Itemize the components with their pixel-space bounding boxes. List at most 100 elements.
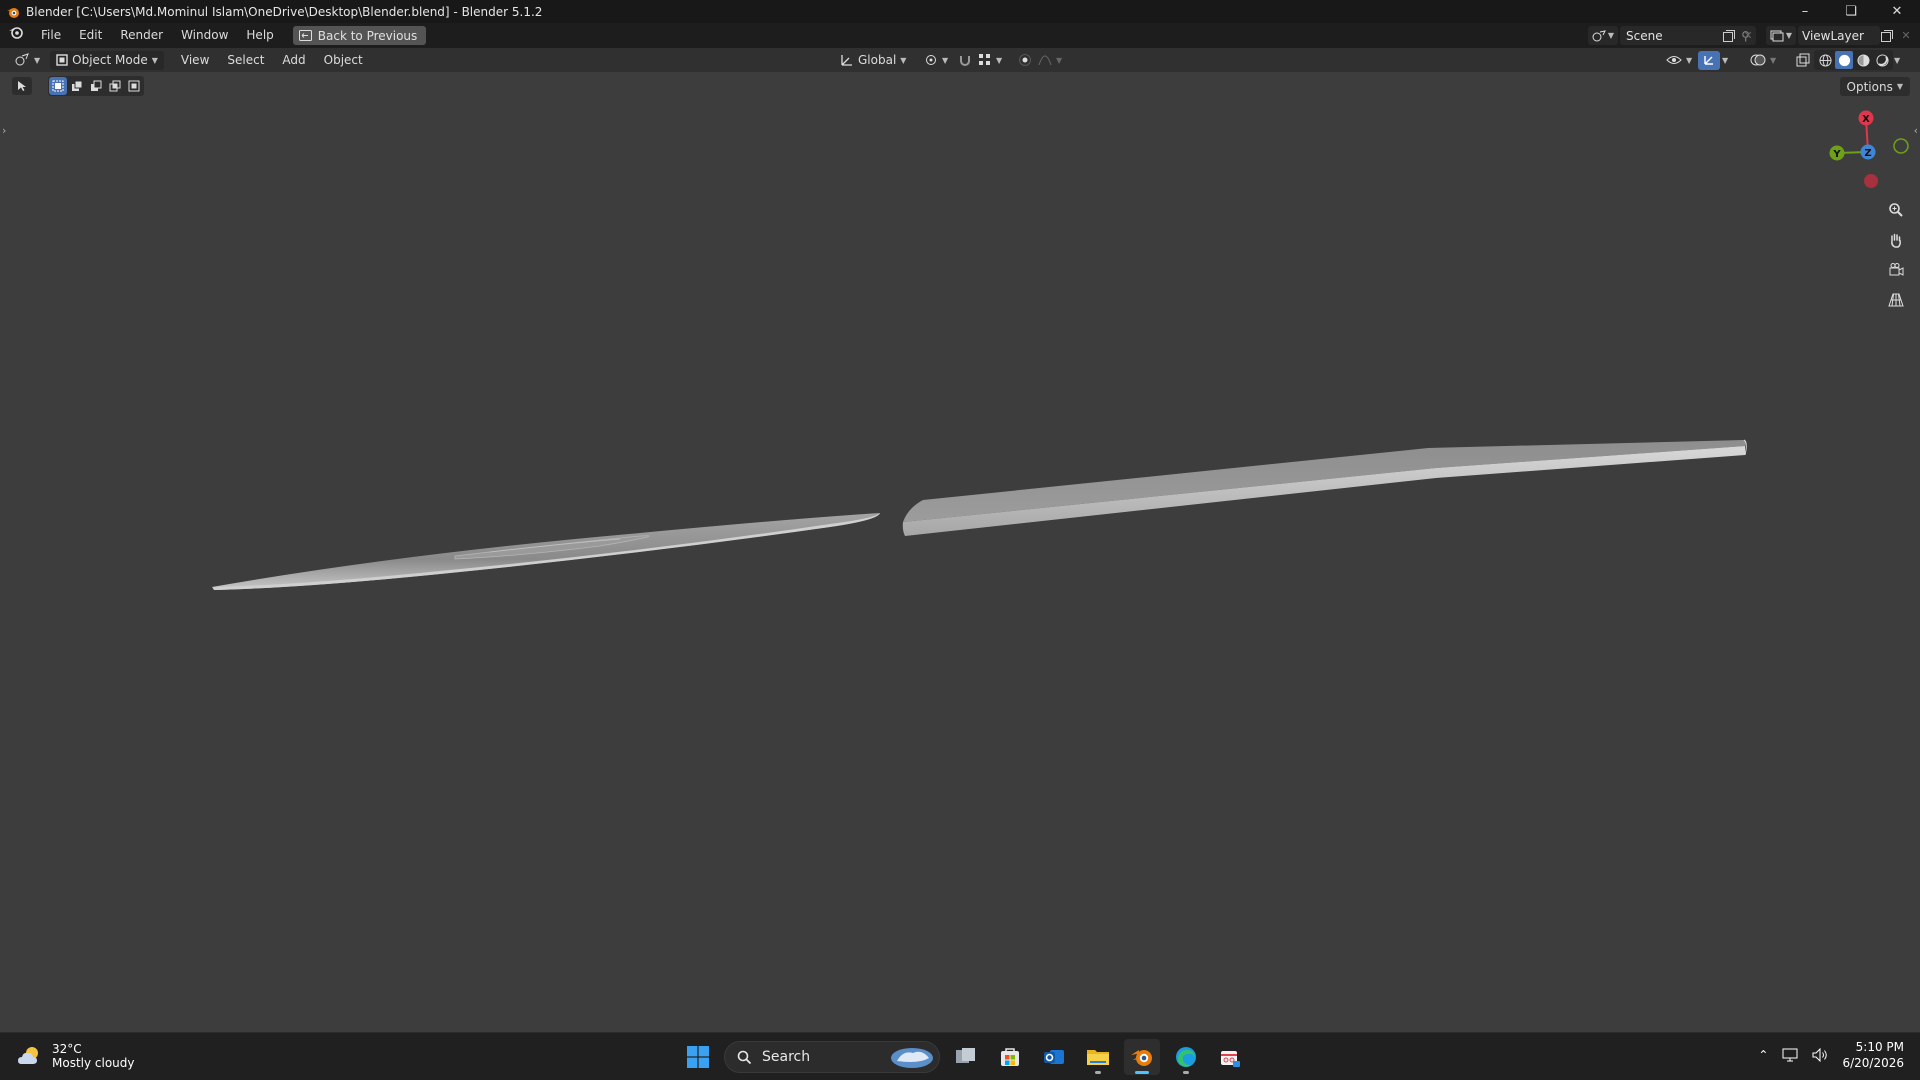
outlook-icon[interactable]	[1036, 1039, 1072, 1075]
start-button[interactable]	[680, 1039, 716, 1075]
back-button-label: Back to Previous	[317, 28, 418, 43]
eye-selectability-icon	[1666, 56, 1682, 64]
3d-viewport[interactable]: X Y Z	[0, 96, 1920, 1032]
taskbar-search[interactable]: Search	[724, 1041, 940, 1073]
menu-add[interactable]: Add	[273, 53, 314, 67]
gizmo-z-label: Z	[1864, 148, 1871, 159]
3d-viewport-icon	[15, 53, 29, 66]
orientation-icon	[841, 55, 852, 66]
select-subtract-icon[interactable]	[87, 77, 105, 95]
close-icon[interactable]: ✕	[1874, 0, 1920, 23]
editor-type-selector[interactable]: ▼	[8, 51, 46, 70]
shading-mode-group	[1814, 50, 1893, 70]
falloff-dropdown[interactable]: ▼	[1032, 51, 1068, 70]
menu-select[interactable]: Select	[218, 53, 273, 67]
taskbar-apps: Search	[680, 1039, 1248, 1075]
xray-toggle[interactable]	[1792, 51, 1814, 70]
cloudy-weather-icon	[18, 1047, 38, 1064]
overlays-toggle[interactable]: ▼	[1744, 51, 1782, 70]
menu-edit[interactable]: Edit	[70, 23, 111, 48]
transform-orientation-dropdown[interactable]: Global ▼	[834, 51, 912, 70]
pivot-point-dropdown[interactable]: ▼	[918, 51, 954, 70]
mesh-object-slab[interactable]	[902, 439, 1747, 536]
back-icon	[298, 30, 312, 41]
menu-file[interactable]: File	[32, 23, 70, 48]
pan-hand-icon[interactable]	[1884, 228, 1908, 252]
menu-render[interactable]: Render	[111, 23, 172, 48]
select-new-icon[interactable]	[49, 77, 67, 95]
gizmo-dropdown[interactable]: ▼	[1720, 51, 1730, 70]
navigation-gizmo[interactable]: X Y Z	[1820, 100, 1920, 196]
blender-taskbar-icon[interactable]	[1124, 1039, 1160, 1075]
rendered-shading-icon[interactable]	[1873, 51, 1891, 69]
back-to-previous-button[interactable]: Back to Previous	[292, 26, 427, 45]
task-view-icon[interactable]	[948, 1039, 984, 1075]
gizmo-y-label: Y	[1832, 149, 1841, 160]
view-layer-icon[interactable]: ▼	[1766, 26, 1796, 45]
view-layer-name: ViewLayer	[1802, 28, 1864, 43]
remove-view-layer-icon[interactable]: ✕	[1898, 27, 1914, 44]
overlays-icon	[1750, 54, 1766, 66]
clock-date: 6/20/2026	[1842, 1056, 1904, 1070]
magnet-icon	[960, 56, 970, 66]
perspective-grid-icon[interactable]	[1884, 288, 1908, 312]
object-mode-dropdown[interactable]: Object Mode ▼	[50, 50, 164, 70]
gizmo-toggle[interactable]	[1698, 50, 1720, 70]
system-tray: ⌃ 5:10 PM 6/20/2026	[1758, 1039, 1904, 1071]
select-tool-button[interactable]	[12, 77, 32, 95]
show-hidden-icons-chevron[interactable]: ⌃	[1758, 1048, 1768, 1062]
select-intersect-icon[interactable]	[125, 77, 143, 95]
mode-label: Object Mode	[72, 53, 148, 67]
menu-object[interactable]: Object	[315, 53, 372, 67]
menu-help[interactable]: Help	[237, 23, 282, 48]
solid-shading-icon[interactable]	[1835, 51, 1853, 69]
network-icon[interactable]	[1782, 1048, 1798, 1062]
zoom-icon[interactable]	[1884, 198, 1908, 222]
search-placeholder: Search	[762, 1049, 811, 1065]
wireframe-shading-icon[interactable]	[1816, 51, 1834, 69]
visibility-dropdown[interactable]: ▼	[1660, 51, 1698, 70]
falloff-icon	[1038, 55, 1052, 66]
remove-scene-icon[interactable]: ✕	[1740, 27, 1756, 44]
clock[interactable]: 5:10 PM 6/20/2026	[1842, 1039, 1904, 1071]
scene-type-icon[interactable]: ▼	[1588, 26, 1618, 45]
windows-taskbar: 32°C Mostly cloudy Search ⌃ 5:10 PM 6/20…	[0, 1032, 1920, 1080]
new-view-layer-icon[interactable]	[1878, 27, 1896, 44]
weather-widget[interactable]: 32°C Mostly cloudy	[16, 1042, 135, 1070]
new-scene-icon[interactable]	[1720, 27, 1738, 44]
weather-temperature: 32°C	[52, 1042, 82, 1056]
snap-target-dropdown[interactable]: ▼	[972, 51, 1008, 70]
select-extend-icon[interactable]	[68, 77, 86, 95]
windows-logo-icon	[687, 1046, 709, 1068]
material-shading-icon[interactable]	[1854, 51, 1872, 69]
file-explorer-icon[interactable]	[1080, 1039, 1116, 1075]
blender-logo-icon	[7, 7, 19, 18]
gizmo-x-label: X	[1862, 114, 1870, 125]
gizmo-icon	[1704, 56, 1713, 65]
window-title: Blender [C:\Users\Md.Mominul Islam\OneDr…	[26, 4, 543, 19]
menu-view[interactable]: View	[172, 53, 218, 67]
snap-grid-icon	[979, 54, 990, 65]
blender-menu-icon[interactable]	[0, 23, 32, 48]
options-dropdown[interactable]: Options ▼	[1839, 77, 1910, 96]
view-layer-selector[interactable]: ViewLayer	[1798, 26, 1880, 45]
pivot-icon	[926, 55, 936, 65]
object-mode-icon	[56, 54, 68, 66]
restore-icon[interactable]: ❏	[1828, 0, 1874, 23]
minimize-icon[interactable]: –	[1782, 0, 1828, 23]
proportional-icon	[1019, 54, 1031, 66]
viewport-header: ▼ Object Mode ▼ View Select Add Object G…	[0, 48, 1920, 72]
selection-mode-group	[48, 76, 144, 96]
clock-time: 5:10 PM	[1855, 1040, 1904, 1054]
microsoft-store-icon[interactable]	[992, 1039, 1028, 1075]
select-invert-icon[interactable]	[106, 77, 124, 95]
snipping-tool-icon[interactable]	[1212, 1039, 1248, 1075]
menu-window[interactable]: Window	[172, 23, 237, 48]
camera-view-icon[interactable]	[1884, 258, 1908, 282]
shading-dropdown[interactable]: ▼	[1892, 51, 1902, 70]
edge-browser-icon[interactable]	[1168, 1039, 1204, 1075]
volume-icon[interactable]	[1812, 1048, 1828, 1062]
xray-icon	[1796, 53, 1810, 67]
options-label: Options	[1846, 79, 1893, 94]
mesh-object-thin-disc[interactable]	[212, 513, 880, 590]
